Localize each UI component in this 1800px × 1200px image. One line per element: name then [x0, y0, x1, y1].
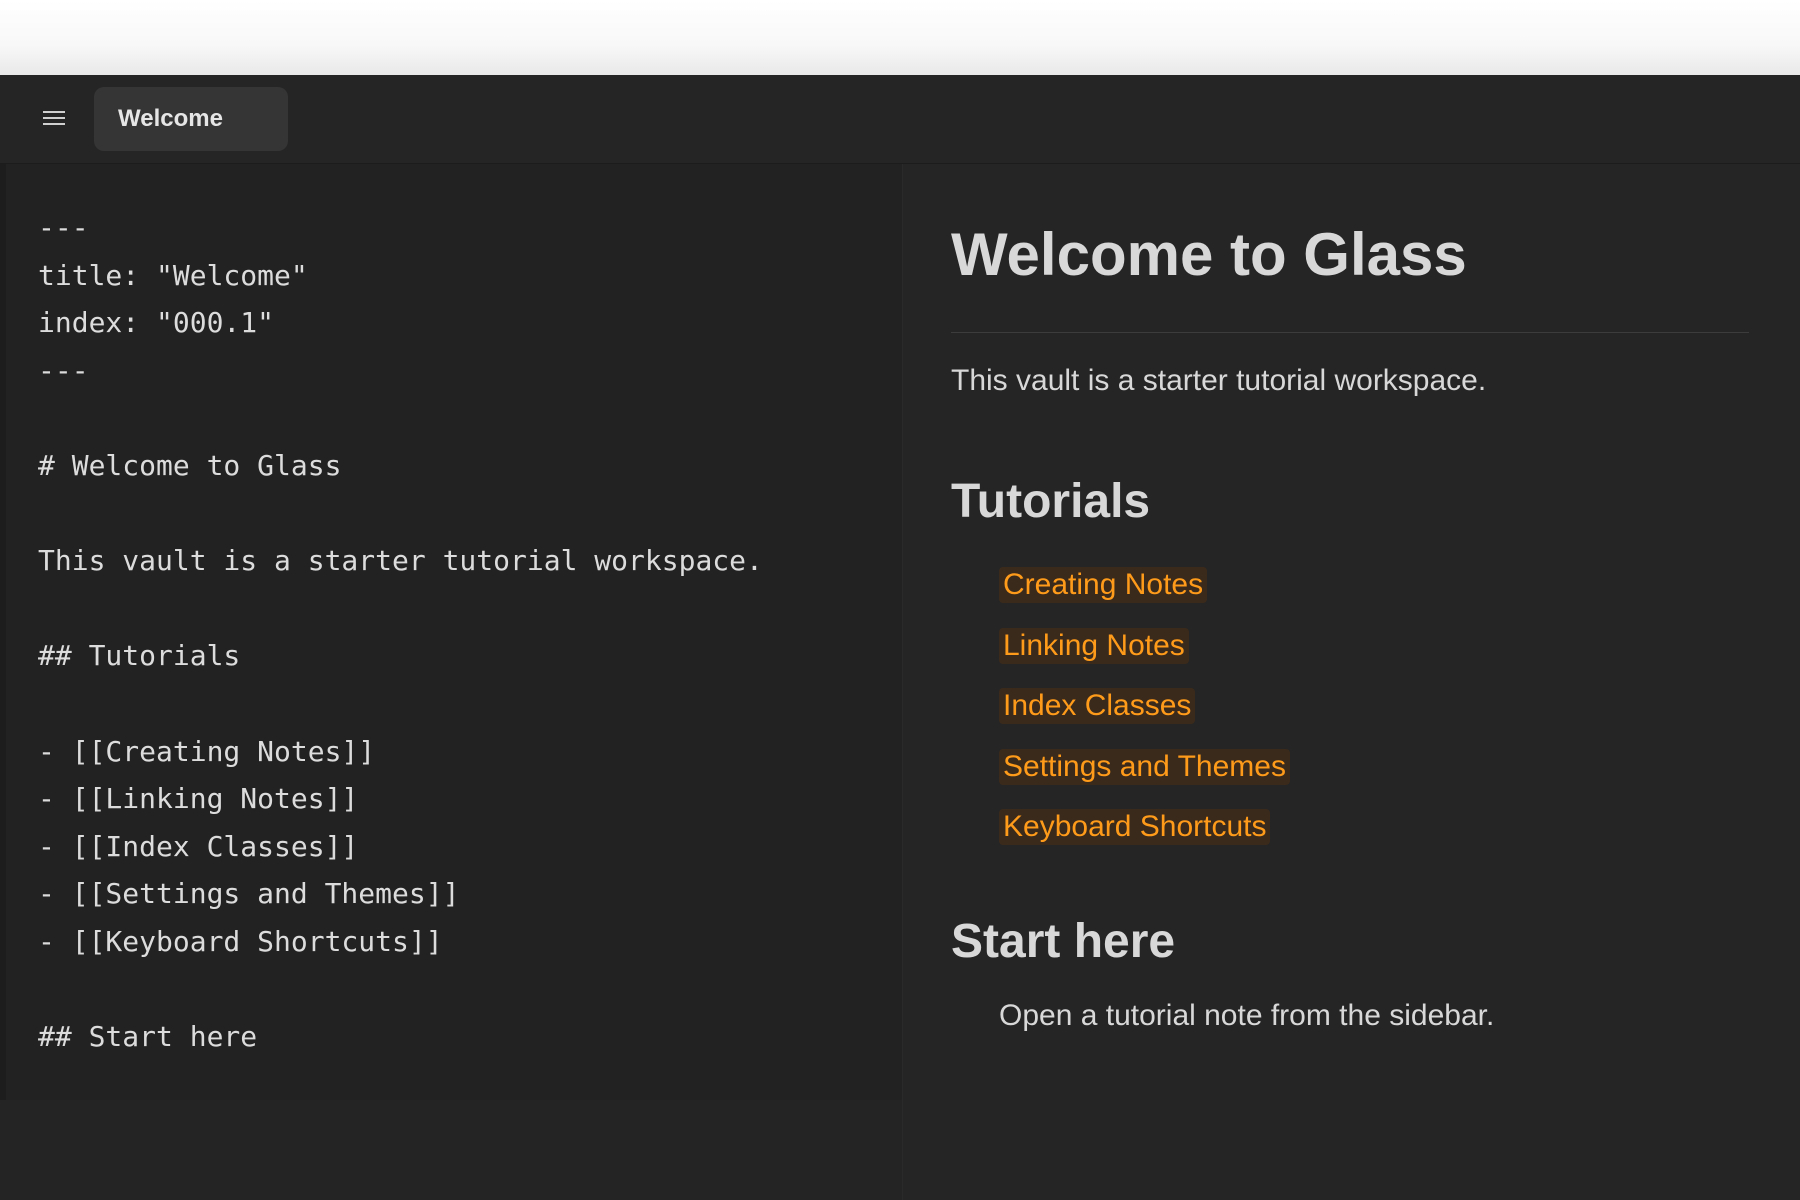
- link-creating-notes[interactable]: Creating Notes: [999, 567, 1208, 603]
- editor-lines: --- title: "Welcome" index: "000.1" --- …: [38, 204, 763, 1061]
- editor-line[interactable]: This vault is a starter tutorial workspa…: [38, 537, 763, 585]
- editor-line[interactable]: [38, 394, 763, 442]
- start-here-text: Open a tutorial note from the sidebar.: [999, 999, 1495, 1032]
- editor-line[interactable]: ---: [38, 204, 763, 252]
- intro-paragraph: This vault is a starter tutorial workspa…: [951, 364, 1487, 397]
- editor-line[interactable]: ---: [38, 347, 763, 395]
- editor-line[interactable]: [38, 490, 763, 538]
- preview-title: Welcome to Glass: [951, 221, 1467, 288]
- editor-line[interactable]: - [[Index Classes]]: [38, 823, 763, 871]
- editor-line[interactable]: ## Start here: [38, 1013, 763, 1061]
- tutorials-heading: Tutorials: [951, 475, 1151, 528]
- tab-welcome[interactable]: Welcome: [94, 87, 288, 151]
- window-top-strip: [0, 0, 1800, 75]
- start-here-heading: Start here: [951, 915, 1176, 968]
- hamburger-menu-icon[interactable]: [38, 102, 70, 134]
- link-settings-and-themes[interactable]: Settings and Themes: [999, 748, 1290, 785]
- link-linking-notes[interactable]: Linking Notes: [999, 627, 1189, 664]
- editor-line[interactable]: - [[Keyboard Shortcuts]]: [38, 918, 763, 966]
- app-window: Welcome --- title: "Welcome" index: "000…: [0, 75, 1800, 1200]
- editor-line[interactable]: [38, 680, 763, 728]
- editor-line[interactable]: - [[Creating Notes]]: [38, 728, 763, 776]
- markdown-preview: Welcome to Glass This vault is a starter…: [903, 164, 1800, 1200]
- editor-line[interactable]: [38, 585, 763, 633]
- editor-line[interactable]: - [[Linking Notes]]: [38, 775, 763, 823]
- link-keyboard-shortcuts[interactable]: Keyboard Shortcuts: [999, 809, 1271, 846]
- editor-line[interactable]: title: "Welcome": [38, 252, 763, 300]
- editor-line[interactable]: # Welcome to Glass: [38, 442, 763, 490]
- link-index-classes[interactable]: Index Classes: [999, 688, 1196, 725]
- editor-line[interactable]: - [[Settings and Themes]]: [38, 870, 763, 918]
- editor-line[interactable]: ## Tutorials: [38, 632, 763, 680]
- tab-bar: Welcome: [0, 75, 1800, 164]
- markdown-editor[interactable]: --- title: "Welcome" index: "000.1" --- …: [0, 164, 902, 1100]
- tutorial-links: Creating Notes Linking Notes Index Class…: [999, 567, 1290, 870]
- title-rule: [951, 332, 1749, 333]
- editor-line[interactable]: index: "000.1": [38, 299, 763, 347]
- editor-line[interactable]: [38, 966, 763, 1014]
